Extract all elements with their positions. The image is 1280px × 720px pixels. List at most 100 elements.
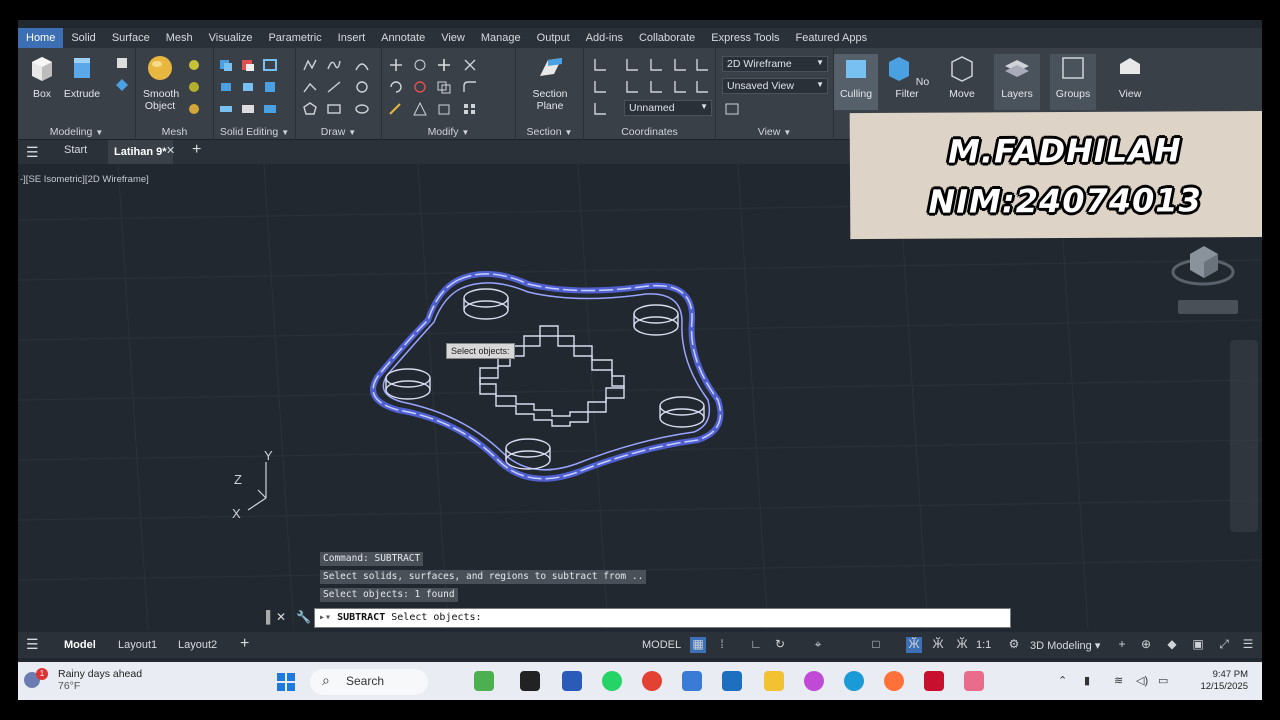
taskbar-search[interactable]: ⌕ Search	[310, 669, 428, 695]
view-button[interactable]: View	[1108, 54, 1152, 106]
tab-manage[interactable]: Manage	[473, 28, 529, 48]
ucs-y-icon[interactable]	[694, 80, 710, 94]
workspace-select[interactable]: 3D Modeling ▾	[1030, 639, 1100, 652]
tab-model[interactable]: Model	[64, 639, 96, 651]
ucs-zaxis-icon[interactable]	[672, 58, 688, 72]
volume-icon[interactable]: ◁)	[1136, 674, 1148, 687]
annotation-scale-icon[interactable]: Ӂ	[954, 637, 970, 653]
interfere-icon[interactable]	[240, 80, 256, 94]
intersect-icon[interactable]	[218, 80, 234, 94]
edit-pencil-icon[interactable]	[388, 102, 404, 116]
workspace-gear-icon[interactable]: ⚙	[1006, 637, 1022, 653]
mirror-icon[interactable]	[412, 101, 428, 116]
snipping-tool-icon[interactable]	[964, 671, 984, 691]
hardware-accel-icon[interactable]: ◆	[1164, 637, 1180, 653]
command-customize-icon[interactable]: 🔧	[296, 610, 311, 624]
arc-icon[interactable]	[354, 58, 370, 72]
annotation-scale-value[interactable]: 1:1	[976, 639, 991, 651]
trim-icon[interactable]	[462, 58, 478, 72]
tray-app-icon[interactable]: ▮	[1084, 674, 1090, 687]
wifi-icon[interactable]: ≋	[1114, 674, 1123, 687]
edge-icon[interactable]	[844, 671, 864, 691]
tab-solid[interactable]: Solid	[63, 28, 103, 48]
layers-button[interactable]: Layers	[994, 54, 1040, 110]
battery-icon[interactable]: ▭	[1158, 674, 1168, 687]
move-tool-icon[interactable]	[388, 58, 404, 72]
polygon-icon[interactable]	[302, 102, 318, 116]
section-plane-button[interactable]: Section Plane	[526, 54, 574, 112]
tab-annotate[interactable]: Annotate	[373, 28, 433, 48]
fillet-icon[interactable]	[462, 80, 478, 94]
selection-cycle-icon[interactable]: □	[868, 637, 884, 653]
command-prompt-icon[interactable]: ▸▾	[319, 612, 337, 623]
tab-collaborate[interactable]: Collaborate	[631, 28, 703, 48]
box-button[interactable]: Box	[20, 54, 64, 106]
osnap-icon[interactable]: ⌖	[810, 637, 826, 653]
autocad-taskbar-icon[interactable]	[924, 671, 944, 691]
panel-title-modify[interactable]: Modify ▼	[382, 126, 515, 138]
culling-button[interactable]: Culling	[834, 54, 878, 110]
tab-visualize[interactable]: Visualize	[201, 28, 261, 48]
tab-output[interactable]: Output	[529, 28, 578, 48]
3d-move-icon[interactable]	[412, 58, 428, 72]
tray-chevron-icon[interactable]: ⌃	[1058, 674, 1067, 687]
panel-title-solid-editing[interactable]: Solid Editing ▼	[214, 126, 295, 138]
polar-icon[interactable]: ↻	[772, 637, 788, 653]
panel-title-mesh[interactable]: Mesh	[136, 126, 213, 138]
snap-icon[interactable]: ⁞	[714, 637, 730, 653]
tab-layout1[interactable]: Layout1	[118, 639, 157, 651]
new-layout-icon[interactable]: +	[240, 635, 249, 653]
command-input[interactable]: ▸▾ SUBTRACT Select objects:	[314, 608, 1011, 628]
viewcube-icon[interactable]	[1168, 240, 1238, 290]
spline-icon[interactable]	[326, 58, 342, 72]
slice-icon[interactable]	[262, 80, 278, 94]
no-filter-button[interactable]: No Filter	[882, 54, 932, 106]
ellipse-icon[interactable]	[354, 102, 370, 116]
clean-screen-icon[interactable]: ▣	[1190, 637, 1206, 653]
taskbar-app-icon[interactable]	[722, 671, 742, 691]
ucs-face-icon[interactable]	[648, 80, 664, 94]
ortho-icon[interactable]: ∟	[748, 637, 764, 653]
panel-title-modeling[interactable]: Modeling ▼	[18, 126, 135, 138]
viewcube-ucs-label[interactable]	[1178, 300, 1238, 314]
viewport-controls-label[interactable]: -][SE Isometric][2D Wireframe]	[20, 174, 149, 185]
hamburger-menu-icon[interactable]: ☰	[26, 144, 39, 161]
panel-title-view[interactable]: View ▼	[716, 126, 833, 138]
copy-icon[interactable]	[436, 80, 452, 94]
taskbar-clock[interactable]: 9:47 PM 12/15/2025	[1182, 669, 1248, 693]
circle-icon[interactable]	[354, 80, 370, 94]
weather-widget[interactable]: Rainy days ahead 76°F	[40, 668, 142, 692]
word-icon[interactable]	[562, 671, 582, 691]
groups-button[interactable]: Groups	[1050, 54, 1096, 110]
subtract-icon[interactable]	[240, 58, 256, 72]
scale-icon[interactable]	[436, 102, 452, 116]
panel-title-coordinates[interactable]: Coordinates	[584, 126, 715, 138]
ucs-world-icon[interactable]	[624, 58, 640, 72]
taskbar-app-icon[interactable]	[520, 671, 540, 691]
isolate-icon[interactable]: ⊕	[1138, 637, 1154, 653]
tab-parametric[interactable]: Parametric	[260, 28, 329, 48]
tab-express-tools[interactable]: Express Tools	[703, 28, 787, 48]
union-icon[interactable]	[218, 58, 234, 72]
grid-icon[interactable]: ▦	[690, 637, 706, 653]
ucs-origin-icon[interactable]	[648, 58, 664, 72]
polyline-icon[interactable]	[302, 58, 318, 72]
solid-edit-icon[interactable]	[262, 58, 278, 72]
shell-icon[interactable]	[240, 102, 256, 116]
ucs-object-icon[interactable]	[624, 80, 640, 94]
close-tab-icon[interactable]: ✕	[166, 144, 175, 157]
extrude-button[interactable]: Extrude	[60, 54, 104, 106]
visual-style-select[interactable]: 2D Wireframe ▼	[722, 56, 828, 72]
smooth-object-button[interactable]: Smooth Object	[138, 54, 182, 112]
mesh-smooth-more-icon[interactable]	[186, 58, 202, 72]
command-grip-icon[interactable]: ▌	[266, 610, 275, 624]
rectangle-icon[interactable]	[326, 102, 342, 116]
thicken-icon[interactable]	[218, 102, 234, 116]
line-icon[interactable]	[326, 80, 342, 94]
chrome-icon[interactable]	[642, 671, 662, 691]
fullscreen-icon[interactable]: ⤢	[1216, 637, 1232, 653]
panel-title-draw[interactable]: Draw ▼	[296, 126, 381, 138]
move-gizmo-icon[interactable]	[436, 58, 452, 72]
separate-icon[interactable]	[262, 102, 278, 116]
tab-home[interactable]: Home	[18, 28, 64, 48]
